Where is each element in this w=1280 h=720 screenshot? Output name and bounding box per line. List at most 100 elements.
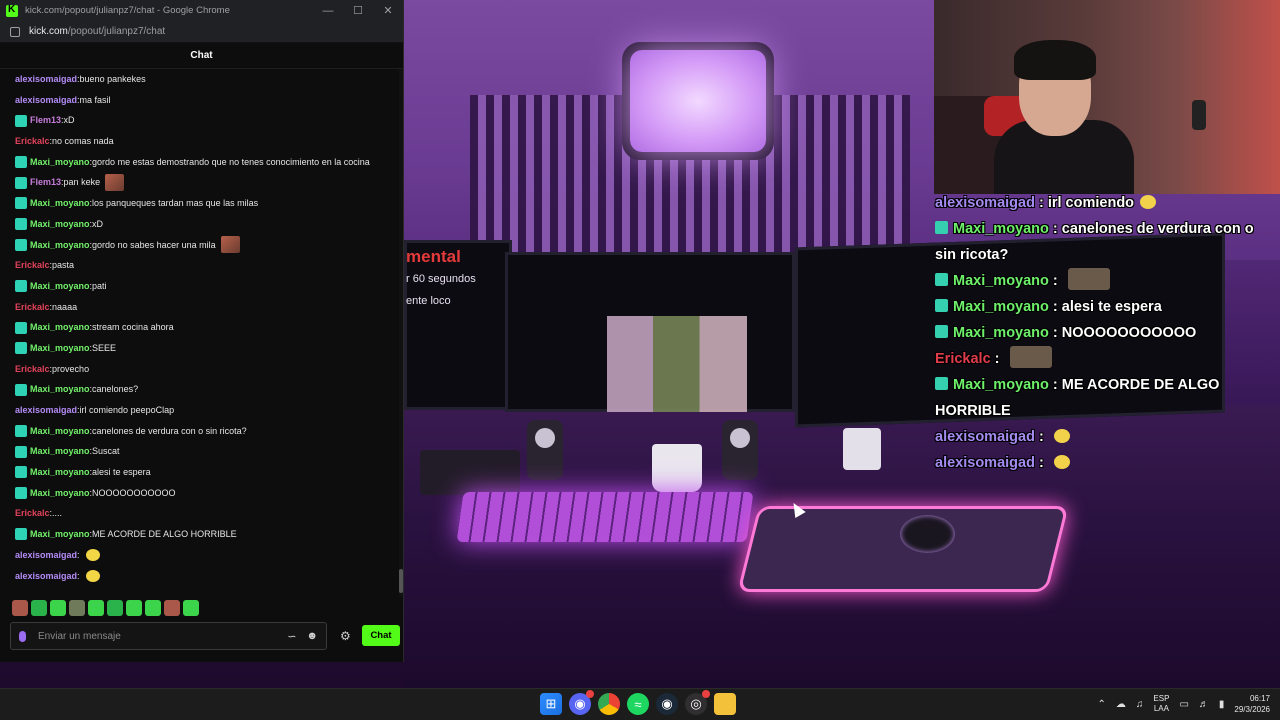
chat-username[interactable]: Maxi_moyano (30, 193, 90, 214)
maximize-button[interactable]: ☐ (343, 0, 373, 21)
discord-icon[interactable]: ◉ (569, 690, 594, 715)
chat-message[interactable]: alexisomaigad: bueno pankekes (15, 69, 398, 90)
chat-message[interactable]: alexisomaigad: (15, 566, 398, 587)
chat-message[interactable]: Maxi_moyano: alesi te espera (15, 462, 398, 483)
chat-message[interactable]: Maxi_moyano: stream cocina ahora (15, 317, 398, 338)
chat-username[interactable]: Maxi_moyano (30, 379, 90, 400)
chat-message[interactable]: Maxi_moyano: canelones de verdura con o … (15, 421, 398, 442)
chat-username[interactable]: Erickalc (15, 131, 50, 152)
mouse (900, 515, 955, 553)
chat-message[interactable]: Maxi_moyano: SEEE (15, 338, 398, 359)
minimize-button[interactable]: — (313, 0, 343, 21)
chat-message[interactable]: Maxi_moyano: los panqueques tardan mas q… (15, 193, 398, 214)
chat-message[interactable]: Erickalc: no comas nada (15, 131, 398, 152)
chat-message-list[interactable]: alexisomaigad: bueno pankekes alexisomaig… (0, 69, 398, 597)
chat-username[interactable]: Maxi_moyano (30, 338, 90, 359)
chrome-icon[interactable] (598, 693, 620, 715)
chat-username[interactable]: Maxi_moyano (30, 276, 90, 297)
chat-username[interactable]: Maxi_moyano (30, 317, 90, 338)
emote-button[interactable] (88, 600, 104, 616)
commands-icon[interactable]: ∽ (287, 630, 296, 643)
title-bar[interactable]: kick.com/popout/julianpz7/chat - Google … (0, 0, 403, 21)
chat-message[interactable]: Erickalc: .... (15, 503, 398, 524)
chat-username[interactable]: Erickalc (15, 255, 50, 276)
chat-username[interactable]: alexisomaigad (15, 545, 77, 566)
emote-button[interactable] (183, 600, 199, 616)
chat-username[interactable]: Erickalc (15, 359, 50, 380)
emote-button[interactable] (126, 600, 142, 616)
chat-message[interactable]: alexisomaigad: (15, 545, 398, 566)
chat-message[interactable]: Maxi_moyano: xD (15, 214, 398, 235)
emote-button[interactable] (12, 600, 28, 616)
chat-message[interactable]: Flem13: pan keke (15, 172, 398, 193)
chevron-up-icon[interactable]: ⌃ (1098, 699, 1106, 710)
battery-icon[interactable]: ▮ (1219, 699, 1225, 710)
emote-button[interactable] (31, 600, 47, 616)
emote-button[interactable] (164, 600, 180, 616)
chat-text: NOOOOOOOOOOO (92, 487, 176, 498)
emote-button[interactable] (107, 600, 123, 616)
gear-icon[interactable]: ⚙ (340, 629, 351, 643)
microphone-icon[interactable] (19, 630, 26, 642)
close-button[interactable]: ✕ (373, 0, 403, 21)
chat-message[interactable]: Maxi_moyano: gordo no sabes hacer una mi… (15, 235, 398, 256)
chat-username[interactable]: Erickalc (15, 503, 50, 524)
volume-icon[interactable]: ♬ (1199, 699, 1209, 710)
chat-username[interactable]: Maxi_moyano (30, 152, 90, 173)
overlay-chat-line: Maxi_moyano : NOOOOOOOOOOO (935, 320, 1275, 346)
chat-text: provecho (52, 363, 90, 374)
chat-username[interactable]: Flem13 (30, 110, 61, 131)
emoji-icon[interactable]: ☻ (306, 630, 318, 642)
emote-button[interactable] (50, 600, 66, 616)
chat-username[interactable]: Maxi_moyano (30, 441, 90, 462)
chat-message[interactable]: Erickalc: naaaa (15, 297, 398, 318)
language-indicator[interactable]: ESP LAA (1153, 694, 1169, 714)
chat-username[interactable]: alexisomaigad (15, 90, 77, 111)
emote-button[interactable] (69, 600, 85, 616)
scroll-thumb[interactable] (399, 569, 403, 593)
url-bar[interactable]: kick.com/popout/julianpz7/chat (0, 21, 403, 43)
chat-username[interactable]: Maxi_moyano (30, 462, 90, 483)
chat-message[interactable]: Maxi_moyano: ME ACORDE DE ALGO HORRIBLE (15, 524, 398, 545)
chat-input-box[interactable]: ∽ ☻ (10, 622, 327, 650)
site-info-icon[interactable] (10, 26, 20, 37)
chat-message[interactable]: Maxi_moyano: canelones? (15, 379, 398, 400)
chat-username[interactable]: Maxi_moyano (30, 235, 90, 256)
chat-username[interactable]: Maxi_moyano (30, 214, 90, 235)
system-tray: ⌃ ☁ ♫ ESP LAA ▭ ♬ ▮ 06:17 29/3/2026 (1098, 693, 1270, 715)
chat-username[interactable]: Flem13 (30, 172, 61, 193)
chat-scrollbar[interactable] (399, 69, 403, 597)
emote-button[interactable] (145, 600, 161, 616)
chat-message[interactable]: Erickalc: provecho (15, 359, 398, 380)
steam-icon[interactable]: ◉ (656, 693, 678, 715)
monitor-icon[interactable]: ▭ (1179, 699, 1188, 710)
windows-start-icon[interactable]: ⊞ (540, 693, 562, 715)
chat-message[interactable]: alexisomaigad: ma fasil (15, 90, 398, 111)
clock[interactable]: 06:17 29/3/2026 (1234, 693, 1270, 715)
taskbar-apps: ⊞ ◉ ≈ ◉ ◎ (540, 690, 736, 715)
chat-username[interactable]: Maxi_moyano (30, 421, 90, 442)
chat-message[interactable]: Maxi_moyano: gordo me estas demostrando … (15, 152, 398, 173)
chat-username[interactable]: alexisomaigad (15, 566, 77, 587)
chat-username[interactable]: Maxi_moyano (30, 483, 90, 504)
chat-message[interactable]: Erickalc: pasta (15, 255, 398, 276)
chat-popup-window[interactable]: kick.com/popout/julianpz7/chat - Google … (0, 0, 404, 662)
chat-message[interactable]: alexisomaigad: irl comiendo peepoClap (15, 400, 398, 421)
chat-message-input[interactable] (38, 630, 278, 642)
chat-username[interactable]: Erickalc (15, 297, 50, 318)
send-chat-button[interactable]: Chat (362, 625, 400, 646)
subscriber-badge-icon (15, 218, 27, 231)
chat-username[interactable]: alexisomaigad (15, 400, 77, 421)
chat-message[interactable]: Maxi_moyano: Suscat (15, 441, 398, 462)
file-explorer-icon[interactable] (714, 693, 736, 715)
obs-icon[interactable]: ◎ (685, 690, 710, 715)
chat-text: gordo no sabes hacer una mila (92, 239, 216, 250)
chat-message[interactable]: Flem13: xD (15, 110, 398, 131)
spotify-icon[interactable]: ≈ (627, 693, 649, 715)
chat-username[interactable]: Maxi_moyano (30, 524, 90, 545)
microphone-tray-icon[interactable]: ♫ (1136, 699, 1144, 710)
chat-message[interactable]: Maxi_moyano: pati (15, 276, 398, 297)
chat-message[interactable]: Maxi_moyano: NOOOOOOOOOOO (15, 483, 398, 504)
chat-username[interactable]: alexisomaigad (15, 69, 77, 90)
network-cloud-icon[interactable]: ☁ (1116, 699, 1126, 710)
